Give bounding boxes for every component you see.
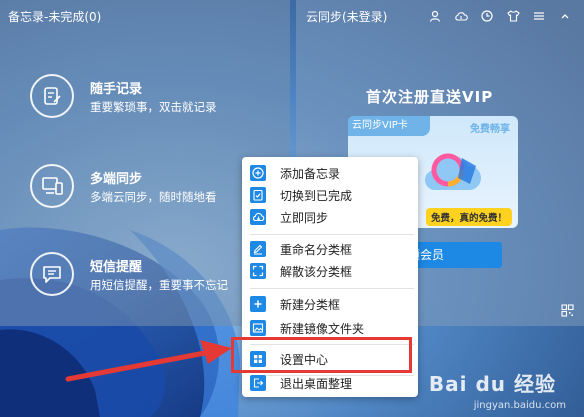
baidu-jingyan-watermark: Bai du 经验 [428, 372, 556, 396]
watermark-url: jingyan.baidu.com [473, 400, 566, 411]
annotation-highlight-box [231, 337, 412, 373]
